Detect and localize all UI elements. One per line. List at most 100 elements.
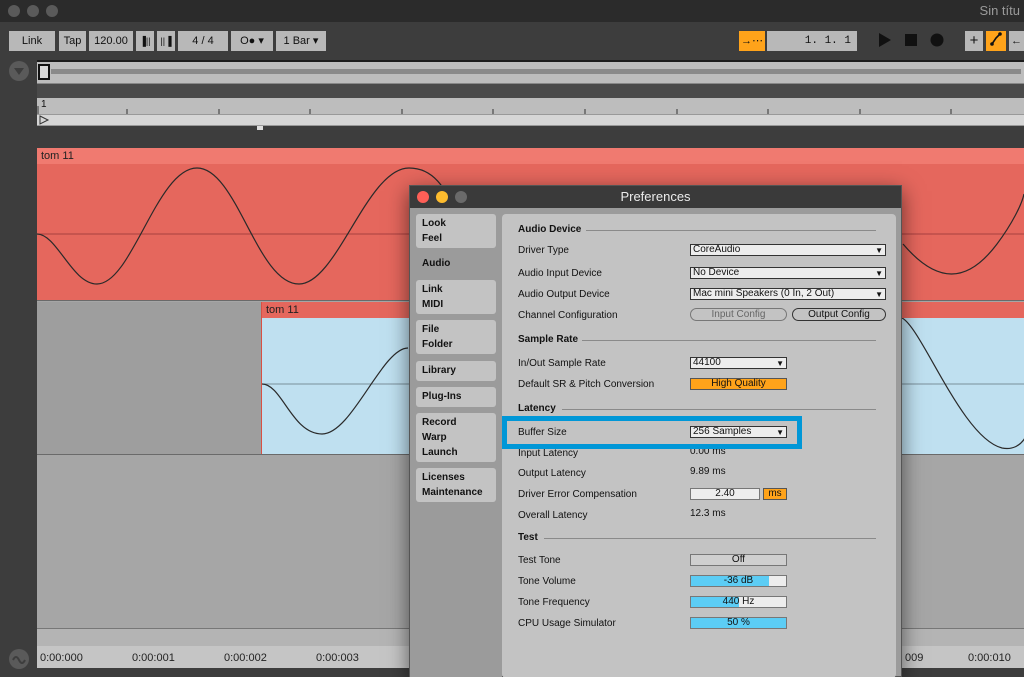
close-window-icon[interactable]: [8, 5, 20, 17]
tab-link-midi[interactable]: Link MIDI: [416, 280, 496, 314]
driver-error-compensation-field[interactable]: 2.40: [690, 488, 760, 500]
input-latency-label: Input Latency: [518, 448, 579, 459]
control-bar: Link Tap 120.00 ▐|| ||▐ 4 / 4 O● ▾ 1 Bar…: [0, 22, 1024, 60]
clip-1-name[interactable]: tom 11: [37, 148, 1024, 164]
automation-arm-button[interactable]: [986, 31, 1006, 51]
automation-arm-icon: [990, 32, 1002, 46]
record-icon[interactable]: [929, 32, 945, 51]
track-2-empty-region[interactable]: [37, 302, 261, 454]
quantize-value: 1 Bar: [283, 35, 310, 47]
cpu-usage-simulator-label: CPU Usage Simulator: [518, 618, 616, 629]
chevron-down-icon: ▼: [875, 290, 883, 299]
cpu-usage-value: 50 %: [727, 617, 750, 628]
beat-ruler[interactable]: 1: [37, 98, 1024, 114]
driver-type-select[interactable]: CoreAudio ▼: [690, 244, 886, 256]
tab-plug-ins[interactable]: Plug-Ins: [416, 387, 496, 407]
nudge-up-button[interactable]: ||▐: [157, 31, 175, 51]
time-signature-separator: /: [201, 35, 205, 47]
section-divider: [562, 409, 876, 410]
audio-output-device-select[interactable]: Mac mini Speakers (0 In, 2 Out) ▼: [690, 288, 886, 300]
tone-volume-label: Tone Volume: [518, 576, 576, 587]
chevron-down-icon: ▼: [875, 269, 883, 278]
section-latency: Latency: [518, 403, 556, 414]
minimize-window-icon[interactable]: [27, 5, 39, 17]
tone-frequency-unit: Hz: [742, 596, 755, 607]
section-divider: [544, 538, 876, 539]
in-out-sample-rate-label: In/Out Sample Rate: [518, 358, 606, 369]
driver-type-value: CoreAudio: [693, 244, 741, 255]
output-latency-label: Output Latency: [518, 468, 586, 479]
overdub-button[interactable]: +: [965, 31, 983, 51]
tab-file-folder[interactable]: File Folder: [416, 320, 496, 354]
stop-icon[interactable]: [904, 32, 918, 51]
test-tone-toggle[interactable]: Off: [690, 554, 787, 566]
follow-button[interactable]: →⋯: [739, 31, 765, 51]
cpu-usage-slider[interactable]: 50 %: [690, 617, 787, 629]
audio-input-device-value: No Device: [693, 267, 740, 278]
output-config-button[interactable]: Output Config: [792, 308, 886, 321]
tone-frequency-value: 440: [722, 596, 740, 607]
beat-ticks: [37, 106, 952, 114]
tone-frequency-slider[interactable]: 440 Hz: [690, 596, 787, 608]
section-divider: [586, 230, 876, 231]
driver-error-unit-toggle[interactable]: ms: [763, 488, 787, 500]
back-to-arrangement-button[interactable]: ←: [1009, 31, 1024, 51]
song-position-field[interactable]: 1. 1. 1: [767, 31, 857, 51]
overall-latency-value: 12.3 ms: [690, 508, 726, 519]
tab-look-feel[interactable]: Look Feel: [416, 214, 496, 248]
loop-bar[interactable]: [37, 114, 1024, 126]
link-button[interactable]: Link: [9, 31, 55, 51]
metronome-button[interactable]: O● ▾: [231, 31, 273, 51]
tab-audio[interactable]: Audio: [416, 254, 496, 276]
track-gap: [37, 126, 1024, 148]
follow-arrow-icon: →⋯: [741, 35, 763, 47]
arrow-icon: ←: [1011, 35, 1022, 47]
overview-view-box[interactable]: [38, 64, 50, 80]
input-config-button[interactable]: Input Config: [690, 308, 787, 321]
arrangement-overview[interactable]: [37, 62, 1024, 84]
pitch-conversion-toggle[interactable]: High Quality: [690, 378, 787, 390]
section-divider: [582, 340, 876, 341]
driver-type-label: Driver Type: [518, 245, 569, 256]
channel-configuration-label: Channel Configuration: [518, 310, 618, 321]
zoom-window-icon[interactable]: [46, 5, 58, 17]
play-start-marker-icon[interactable]: [39, 115, 51, 125]
preferences-titlebar: Preferences: [410, 186, 901, 208]
tone-volume-unit: dB: [741, 575, 754, 586]
audio-input-device-select[interactable]: No Device ▼: [690, 267, 886, 279]
quantize-menu[interactable]: 1 Bar ▾: [276, 31, 326, 51]
time-label: 0:00:010: [968, 652, 1011, 664]
tone-volume-slider[interactable]: -36 dB: [690, 575, 787, 587]
window-title: Sin títu: [979, 3, 1020, 18]
audio-output-device-label: Audio Output Device: [518, 289, 610, 300]
tone-frequency-label: Tone Frequency: [518, 597, 590, 608]
audio-input-device-label: Audio Input Device: [518, 268, 602, 279]
preferences-tabs: Look Feel Audio Link MIDI File Folder Li…: [410, 208, 502, 677]
section-audio-device: Audio Device: [518, 224, 582, 235]
metronome-icon: O●: [240, 35, 256, 47]
play-icon[interactable]: [878, 32, 892, 51]
preferences-title: Preferences: [620, 189, 691, 204]
time-label: 009: [905, 652, 924, 664]
tap-button[interactable]: Tap: [59, 31, 86, 51]
sample-rate-select[interactable]: 44100 ▼: [690, 357, 787, 369]
time-signature[interactable]: 4 / 4: [178, 31, 228, 51]
tempo-field[interactable]: 120.00: [89, 31, 133, 51]
scrub-area[interactable]: [37, 84, 1024, 98]
chevron-down-icon: ▾: [312, 35, 319, 47]
buffer-size-highlight: [502, 416, 802, 449]
output-latency-value: 9.89 ms: [690, 466, 726, 477]
tab-record-warp-launch[interactable]: Record Warp Launch: [416, 413, 496, 462]
collapse-arrow-icon[interactable]: [8, 60, 30, 82]
time-label: 0:00:003: [316, 652, 359, 664]
chevron-down-icon: ▾: [258, 35, 264, 47]
tab-licenses-maintenance[interactable]: Licenses Maintenance: [416, 468, 496, 502]
section-test: Test: [518, 532, 538, 543]
test-tone-label: Test Tone: [518, 555, 561, 566]
chevron-down-icon: ▼: [776, 359, 784, 368]
nudge-down-button[interactable]: ▐||: [136, 31, 154, 51]
left-gutter: [0, 60, 37, 677]
waveform-toggle-icon[interactable]: [8, 648, 30, 670]
driver-error-compensation-label: Driver Error Compensation: [518, 489, 637, 500]
tab-library[interactable]: Library: [416, 361, 496, 381]
